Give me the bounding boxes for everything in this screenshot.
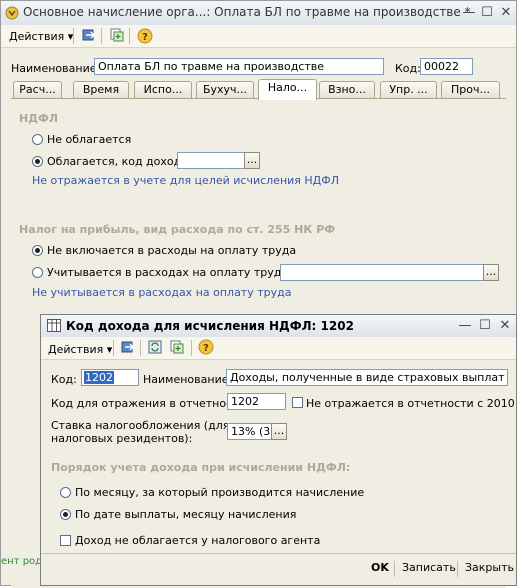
dialog-minimize-icon[interactable]: — [457, 318, 473, 334]
title-bar: Основное начисление орга...: Оплата БЛ п… [1, 1, 516, 26]
radio-taxed[interactable] [32, 156, 43, 167]
tab-contributions[interactable]: Взно... [319, 81, 375, 99]
not-reflected-label: Не отражается в отчетности с 2010 г. [306, 397, 517, 410]
income-code-dialog: Код дохода для исчисления НДФЛ: 1202 — ☐… [40, 314, 517, 586]
by-payment-label: По дате выплаты, месяцу начисления [75, 508, 297, 521]
table-icon [47, 319, 61, 332]
dialog-close-icon[interactable]: ✕ [497, 318, 513, 334]
not-taxed-agent-label: Доход не облагается у налогового агента [75, 534, 321, 547]
code-label: Код: [395, 62, 421, 75]
dialog-code-value: 1202 [84, 371, 114, 384]
radio-included[interactable] [32, 267, 43, 278]
rate-select-button[interactable]: ... [271, 423, 287, 440]
tab-management[interactable]: Упр. ... [380, 81, 437, 99]
separator [73, 28, 74, 44]
radio-not-taxed[interactable] [32, 134, 43, 145]
dialog-name-label: Наименование: [143, 373, 233, 386]
help-icon[interactable]: ? [135, 27, 155, 47]
close-icon[interactable]: ✕ [498, 5, 514, 21]
not-reflected-checkbox[interactable] [292, 397, 303, 408]
profit-tax-note: Не учитывается в расходах на оплату труд… [32, 286, 292, 299]
actions-label: Действия [9, 30, 65, 43]
ok-button[interactable]: OK [371, 561, 389, 574]
separator [394, 561, 395, 577]
dialog-code-label: Код: [51, 373, 77, 386]
divider [41, 553, 516, 554]
separator [140, 340, 141, 356]
ndfl-note: Не отражается в учете для целей исчислен… [32, 174, 340, 187]
rate-label-line2: налоговых резидентов): [51, 432, 193, 445]
help-icon[interactable]: ? [196, 338, 216, 358]
dialog-maximize-icon[interactable]: ☐ [477, 318, 493, 334]
tab-calc[interactable]: Расч... [13, 81, 62, 99]
refresh-icon[interactable] [145, 339, 165, 359]
report-code-input[interactable]: 1202 [227, 393, 286, 410]
by-month-label: По месяцу, за который производится начис… [75, 486, 365, 499]
name-label: Наименование: [11, 62, 101, 75]
ndfl-section-header: НДФЛ [19, 112, 59, 125]
code-input[interactable]: 00022 [420, 58, 473, 75]
toolbar: Действия ▾ ? [1, 25, 516, 48]
rate-label-line1: Ставка налогообложения (для [51, 419, 230, 432]
included-label: Учитывается в расходах на оплату труда п… [47, 266, 310, 279]
profit-tax-section-header: Налог на прибыль, вид расхода по ст. 255… [19, 223, 336, 236]
post-icon[interactable] [118, 339, 138, 359]
radio-not-included[interactable] [32, 245, 43, 256]
dropdown-arrow-icon: ▾ [106, 343, 113, 356]
svg-text:?: ? [203, 343, 209, 354]
dialog-actions-menu[interactable]: Действия ▾ [48, 341, 112, 358]
not-included-label: Не включается в расходы на оплату труда [47, 244, 297, 257]
save-button[interactable]: Записать [402, 561, 456, 574]
actions-menu[interactable]: Действия ▾ [9, 28, 73, 45]
income-code-input[interactable] [177, 152, 245, 169]
not-taxed-agent-checkbox[interactable] [60, 535, 71, 546]
svg-text:?: ? [142, 32, 148, 43]
not-taxed-label: Не облагается [47, 133, 132, 146]
separator [191, 340, 192, 356]
dialog-code-input[interactable]: 1202 [81, 369, 139, 386]
radio-by-month[interactable] [60, 487, 71, 498]
post-icon[interactable] [79, 27, 99, 47]
tab-time[interactable]: Время [73, 81, 129, 99]
status-fragment: ент род [1, 556, 43, 567]
tab-usage[interactable]: Испо... [134, 81, 192, 99]
rate-input[interactable]: 13% (30 [227, 423, 273, 440]
tab-other[interactable]: Проч... [441, 81, 500, 99]
report-code-label: Код для отражения в отчетности: [51, 397, 250, 410]
tab-accounting[interactable]: Бухуч... [196, 81, 254, 99]
tab-taxes[interactable]: Нало... [258, 79, 317, 100]
copy-icon[interactable] [167, 339, 187, 359]
taxed-label: Облагается, код дохода: [47, 155, 192, 168]
order-section-header: Порядок учета дохода при исчислении НДФЛ… [51, 461, 351, 474]
income-code-select-button[interactable]: ... [244, 152, 260, 169]
dialog-name-input[interactable]: Доходы, полученные в виде страховых выпл… [226, 369, 508, 386]
separator [113, 340, 114, 356]
separator [457, 561, 458, 577]
close-button[interactable]: Закрыть [465, 561, 514, 574]
name-input[interactable]: Оплата БЛ по травме на производстве [94, 58, 384, 75]
expense-type-select-button[interactable]: ... [483, 264, 499, 281]
radio-by-payment[interactable] [60, 509, 71, 520]
window-title: Основное начисление орга...: Оплата БЛ п… [23, 5, 471, 19]
separator [101, 28, 102, 44]
minimize-icon[interactable]: — [461, 5, 477, 21]
separator [129, 28, 130, 44]
maximize-icon[interactable]: ☐ [479, 5, 495, 21]
expense-type-input[interactable] [280, 264, 484, 281]
app-icon [5, 6, 19, 20]
copy-icon[interactable] [107, 27, 127, 47]
dialog-actions-label: Действия [48, 343, 104, 356]
dialog-title: Код дохода для исчисления НДФЛ: 1202 [66, 319, 354, 333]
